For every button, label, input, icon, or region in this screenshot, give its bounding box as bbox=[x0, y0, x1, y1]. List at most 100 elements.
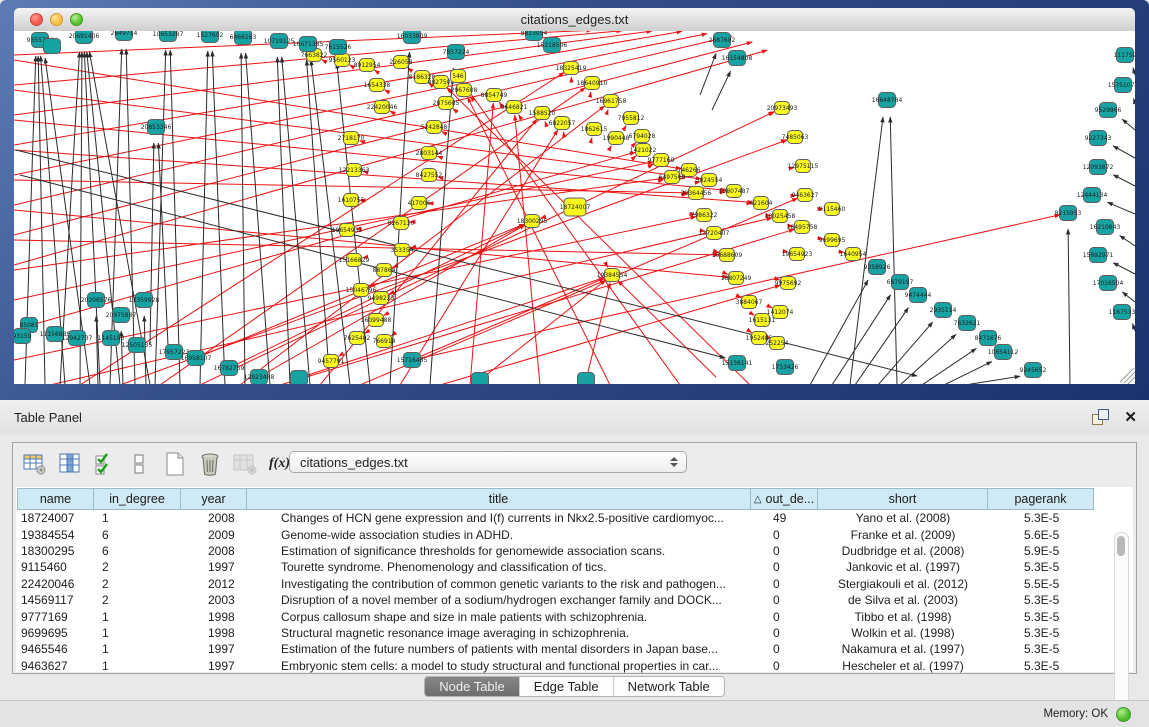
column-header-label: out_de... bbox=[766, 492, 815, 506]
graph-node-label: 1421022 bbox=[630, 147, 657, 154]
table-cell: 19384554 bbox=[17, 528, 94, 542]
graph-node[interactable] bbox=[44, 39, 61, 54]
delete-trash-icon[interactable] bbox=[196, 451, 223, 477]
graph-node-label: 15716485 bbox=[397, 357, 428, 364]
graph-node-label: 8912954 bbox=[354, 62, 381, 69]
graph-edge bbox=[241, 53, 245, 384]
graph-node-label: 1610755 bbox=[338, 197, 365, 204]
table-cell: 1 bbox=[94, 642, 181, 656]
sort-ascending-icon: △ bbox=[754, 494, 762, 505]
memory-status-icon bbox=[1116, 707, 1131, 722]
table-selector-dropdown[interactable]: citations_edges.txt bbox=[289, 451, 687, 473]
column-header-pagerank[interactable]: pagerank bbox=[988, 488, 1094, 510]
table-header-row: name in_degreeyeartitle△ out_de... short pag… bbox=[17, 488, 1094, 510]
dropdown-arrows-icon bbox=[670, 457, 678, 467]
graph-edge bbox=[1122, 292, 1135, 302]
table-cell: 9699695 bbox=[17, 626, 94, 640]
clear-selection-icon[interactable] bbox=[126, 451, 153, 477]
table-cell: Changes of HCN gene expression and I(f) … bbox=[247, 511, 751, 525]
graph-node[interactable] bbox=[578, 373, 595, 385]
table-row[interactable]: 1938455462009Genome-wide association stu… bbox=[17, 526, 1094, 542]
graph-edge bbox=[700, 53, 716, 95]
table-row[interactable]: 946554611997Estimation of the future num… bbox=[17, 641, 1094, 657]
network-canvas[interactable]: 1872400718325419186409101696175879558121… bbox=[14, 31, 1135, 384]
graph-node-label: 6794028 bbox=[629, 133, 656, 140]
graph-node-label: 7615526 bbox=[325, 44, 352, 51]
graph-node-label: 12213363 bbox=[339, 167, 370, 174]
graph-edge bbox=[753, 314, 755, 315]
table-row[interactable]: 911546021997Tourette syndrome. Phenomeno… bbox=[17, 559, 1094, 575]
table-row[interactable]: 946362711997Embryonic stem cells: a mode… bbox=[17, 658, 1094, 674]
table-row[interactable]: 1872400712008Changes of HCN gene express… bbox=[17, 510, 1094, 526]
column-header-label: short bbox=[889, 492, 917, 506]
graph-node-label: 7857224 bbox=[443, 49, 470, 56]
graph-node-label: 12093872 bbox=[1083, 164, 1114, 171]
float-panel-icon[interactable] bbox=[1092, 409, 1110, 425]
graph-edge bbox=[170, 50, 180, 384]
graph-edge bbox=[607, 110, 608, 112]
table-cell: 9115460 bbox=[17, 560, 94, 574]
graph-node-label: 16210643 bbox=[1090, 224, 1121, 231]
graph-node-label: 417006 bbox=[408, 200, 431, 207]
graph-node-label: 10025458 bbox=[765, 213, 796, 220]
graph-edge bbox=[1107, 202, 1135, 214]
table-cell: 1998 bbox=[181, 610, 247, 624]
column-visibility-icon[interactable] bbox=[56, 451, 83, 477]
graph-edge bbox=[1113, 263, 1135, 274]
window-titlebar[interactable]: citations_edges.txt bbox=[14, 8, 1135, 32]
tab-edge-table[interactable]: Edge Table bbox=[520, 677, 614, 696]
row-selection-icon[interactable] bbox=[91, 451, 118, 477]
table-cell: 22420046 bbox=[17, 577, 94, 591]
graph-edge bbox=[515, 115, 540, 384]
column-header-out_de[interactable]: △ out_de... bbox=[751, 488, 818, 510]
table-cell: 5.3E-5 bbox=[988, 511, 1094, 525]
table-selector-value: citations_edges.txt bbox=[300, 455, 670, 470]
table-cell: Genome-wide association studies in ADHD. bbox=[247, 528, 751, 542]
graph-node[interactable] bbox=[472, 373, 489, 385]
column-header-year[interactable]: year bbox=[181, 488, 247, 510]
table-row[interactable]: 1456911722003Disruption of a novel membe… bbox=[17, 592, 1094, 608]
graph-edge bbox=[1120, 236, 1135, 246]
table-settings-icon[interactable] bbox=[21, 451, 48, 477]
column-header-label: name bbox=[40, 492, 71, 506]
graph-edge bbox=[810, 280, 868, 384]
graph-node[interactable] bbox=[291, 371, 308, 385]
column-header-short[interactable]: short bbox=[818, 488, 988, 510]
table-row[interactable]: 969969511998Structural magnetic resonanc… bbox=[17, 625, 1094, 641]
tab-node-table[interactable]: Node Table bbox=[425, 677, 520, 696]
table-row[interactable]: 1830029562008Estimation of significance … bbox=[17, 543, 1094, 559]
graph-node-label: 17016504 bbox=[1093, 280, 1124, 287]
graph-node-label: 1990448 bbox=[603, 135, 630, 142]
table-cell: 5.5E-5 bbox=[988, 577, 1094, 591]
graph-node-label: 20364456 bbox=[681, 190, 712, 197]
graph-edge bbox=[1113, 146, 1135, 158]
graph-node-label: 16958107 bbox=[181, 355, 212, 362]
table-row[interactable]: 977716911998Corpus callosum shape and si… bbox=[17, 608, 1094, 624]
table-tabs-bar: Node TableEdge TableNetwork Table bbox=[0, 676, 1149, 696]
table-cell: Stergiakouli et al. (2012) bbox=[818, 577, 988, 591]
graph-edge bbox=[442, 131, 444, 132]
column-header-in_degree[interactable]: in_degree bbox=[94, 488, 181, 510]
column-header-title[interactable]: title bbox=[247, 488, 751, 510]
table-cell: 14569117 bbox=[17, 593, 94, 607]
table-cell: Nakamura et al. (1997) bbox=[818, 642, 988, 656]
table-cell: Investigating the contribution of common… bbox=[247, 577, 751, 591]
table-cell: Tibbo et al. (1998) bbox=[818, 610, 988, 624]
graph-edge bbox=[545, 121, 546, 123]
tab-network-table[interactable]: Network Table bbox=[614, 677, 724, 696]
table-row[interactable]: 2242004622012Investigating the contribut… bbox=[17, 576, 1094, 592]
graph-node-label: 1615131 bbox=[749, 317, 776, 324]
graph-edge bbox=[965, 376, 1020, 384]
graph-node-label: 7663822 bbox=[301, 52, 328, 59]
column-header-name[interactable]: name bbox=[17, 488, 94, 510]
graph-node-label: 9777169 bbox=[648, 157, 675, 164]
table-cell: 0 bbox=[751, 560, 818, 574]
table-cell: 5.3E-5 bbox=[988, 560, 1094, 574]
graph-edge bbox=[374, 70, 376, 71]
close-panel-icon[interactable]: ✕ bbox=[1124, 408, 1137, 426]
table-cell: Dudbridge et al. (2008) bbox=[818, 544, 988, 558]
table-cell: 5.3E-5 bbox=[988, 626, 1094, 640]
graph-node-label: 3824554 bbox=[696, 177, 723, 184]
scrollbar-thumb[interactable] bbox=[1117, 536, 1125, 556]
new-table-icon[interactable] bbox=[161, 451, 188, 477]
